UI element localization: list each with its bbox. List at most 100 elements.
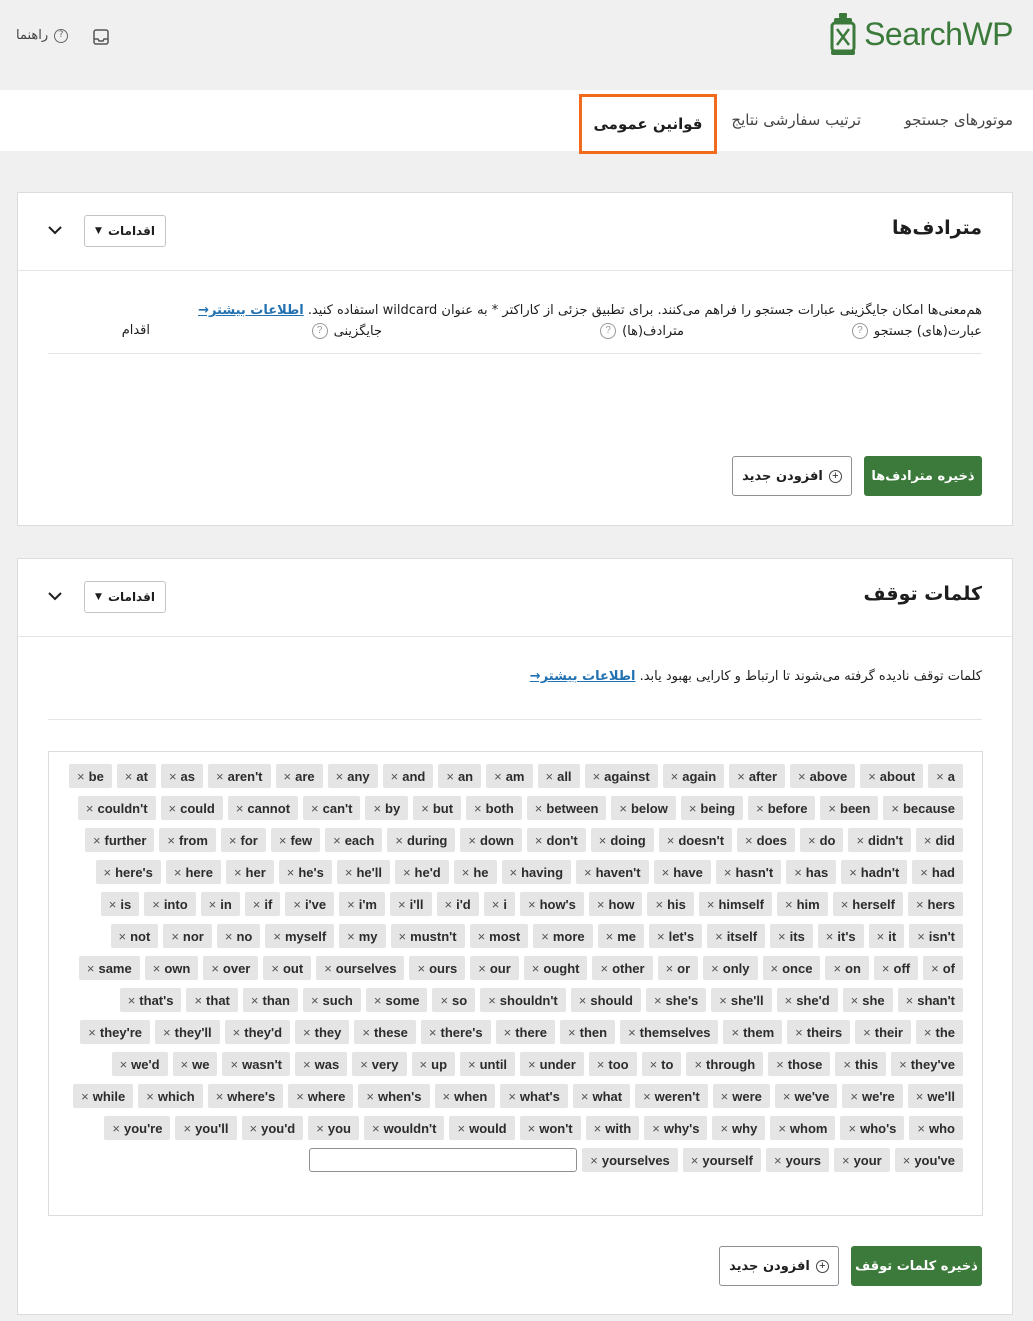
remove-stopword-icon[interactable]: × bbox=[440, 993, 448, 1008]
tab-custom-results-order[interactable]: ترتیب سفارشی نتایج bbox=[731, 90, 861, 151]
remove-stopword-icon[interactable]: × bbox=[650, 1057, 658, 1072]
remove-stopword-icon[interactable]: × bbox=[850, 1089, 858, 1104]
remove-stopword-icon[interactable]: × bbox=[372, 1121, 380, 1136]
remove-stopword-icon[interactable]: × bbox=[420, 1057, 428, 1072]
remove-stopword-icon[interactable]: × bbox=[619, 801, 627, 816]
remove-stopword-icon[interactable]: × bbox=[303, 1025, 311, 1040]
remove-stopword-icon[interactable]: × bbox=[374, 993, 382, 1008]
remove-stopword-icon[interactable]: × bbox=[795, 1025, 803, 1040]
remove-stopword-icon[interactable]: × bbox=[225, 929, 233, 944]
remove-stopword-icon[interactable]: × bbox=[333, 833, 341, 848]
remove-stopword-icon[interactable]: × bbox=[794, 865, 802, 880]
remove-stopword-icon[interactable]: × bbox=[863, 1025, 871, 1040]
remove-stopword-icon[interactable]: × bbox=[654, 993, 662, 1008]
remove-stopword-icon[interactable]: × bbox=[891, 801, 899, 816]
remove-stopword-icon[interactable]: × bbox=[504, 1025, 512, 1040]
remove-stopword-icon[interactable]: × bbox=[720, 1121, 728, 1136]
remove-stopword-icon[interactable]: × bbox=[662, 865, 670, 880]
remove-stopword-icon[interactable]: × bbox=[284, 769, 292, 784]
remove-stopword-icon[interactable]: × bbox=[128, 993, 136, 1008]
remove-stopword-icon[interactable]: × bbox=[293, 897, 301, 912]
remove-stopword-icon[interactable]: × bbox=[851, 993, 859, 1008]
remove-stopword-icon[interactable]: × bbox=[271, 961, 279, 976]
remove-stopword-icon[interactable]: × bbox=[93, 833, 101, 848]
remove-stopword-icon[interactable]: × bbox=[104, 865, 112, 880]
remove-stopword-icon[interactable]: × bbox=[417, 961, 425, 976]
remove-stopword-icon[interactable]: × bbox=[778, 1121, 786, 1136]
remove-stopword-icon[interactable]: × bbox=[488, 993, 496, 1008]
remove-stopword-icon[interactable]: × bbox=[600, 961, 608, 976]
remove-stopword-icon[interactable]: × bbox=[287, 865, 295, 880]
remove-stopword-icon[interactable]: × bbox=[745, 833, 753, 848]
remove-stopword-icon[interactable]: × bbox=[250, 1121, 258, 1136]
remove-stopword-icon[interactable]: × bbox=[163, 1025, 171, 1040]
remove-stopword-icon[interactable]: × bbox=[843, 1057, 851, 1072]
tab-search-engines[interactable]: موتورهای جستجو bbox=[904, 90, 1013, 151]
remove-stopword-icon[interactable]: × bbox=[655, 897, 663, 912]
remove-stopword-icon[interactable]: × bbox=[429, 1025, 437, 1040]
remove-stopword-icon[interactable]: × bbox=[931, 961, 939, 976]
remove-stopword-icon[interactable]: × bbox=[584, 865, 592, 880]
remove-stopword-icon[interactable]: × bbox=[731, 1025, 739, 1040]
add-synonym-button[interactable]: + افزودن جدید bbox=[732, 456, 852, 496]
remove-stopword-icon[interactable]: × bbox=[785, 897, 793, 912]
remove-stopword-icon[interactable]: × bbox=[510, 865, 518, 880]
remove-stopword-icon[interactable]: × bbox=[916, 1089, 924, 1104]
remove-stopword-icon[interactable]: × bbox=[841, 897, 849, 912]
remove-stopword-icon[interactable]: × bbox=[833, 961, 841, 976]
remove-stopword-icon[interactable]: × bbox=[783, 1089, 791, 1104]
remove-stopword-icon[interactable]: × bbox=[216, 769, 224, 784]
remove-stopword-icon[interactable]: × bbox=[236, 801, 244, 816]
remove-stopword-icon[interactable]: × bbox=[737, 769, 745, 784]
remove-stopword-icon[interactable]: × bbox=[597, 1057, 605, 1072]
remove-stopword-icon[interactable]: × bbox=[209, 897, 217, 912]
remove-stopword-icon[interactable]: × bbox=[826, 929, 834, 944]
collapse-chevron-icon[interactable] bbox=[46, 587, 64, 605]
remove-stopword-icon[interactable]: × bbox=[211, 961, 219, 976]
remove-stopword-icon[interactable]: × bbox=[112, 1121, 120, 1136]
remove-stopword-icon[interactable]: × bbox=[877, 929, 885, 944]
remove-stopword-icon[interactable]: × bbox=[721, 1089, 729, 1104]
remove-stopword-icon[interactable]: × bbox=[848, 1121, 856, 1136]
remove-stopword-icon[interactable]: × bbox=[169, 769, 177, 784]
remove-stopword-icon[interactable]: × bbox=[230, 1057, 238, 1072]
remove-stopword-icon[interactable]: × bbox=[590, 1153, 598, 1168]
remove-stopword-icon[interactable]: × bbox=[296, 1089, 304, 1104]
remove-stopword-icon[interactable]: × bbox=[109, 897, 117, 912]
remove-stopword-icon[interactable]: × bbox=[399, 929, 407, 944]
remove-stopword-icon[interactable]: × bbox=[347, 929, 355, 944]
remove-stopword-icon[interactable]: × bbox=[785, 993, 793, 1008]
remove-stopword-icon[interactable]: × bbox=[828, 801, 836, 816]
remove-stopword-icon[interactable]: × bbox=[421, 801, 429, 816]
remove-stopword-icon[interactable]: × bbox=[253, 897, 261, 912]
remove-stopword-icon[interactable]: × bbox=[229, 833, 237, 848]
remove-stopword-icon[interactable]: × bbox=[251, 993, 259, 1008]
remove-stopword-icon[interactable]: × bbox=[667, 833, 675, 848]
remove-stopword-icon[interactable]: × bbox=[468, 1057, 476, 1072]
remove-stopword-icon[interactable]: × bbox=[724, 865, 732, 880]
remove-stopword-icon[interactable]: × bbox=[391, 769, 399, 784]
remove-stopword-icon[interactable]: × bbox=[719, 993, 727, 1008]
remove-stopword-icon[interactable]: × bbox=[153, 961, 161, 976]
remove-stopword-icon[interactable]: × bbox=[125, 769, 133, 784]
remove-stopword-icon[interactable]: × bbox=[336, 769, 344, 784]
remove-stopword-icon[interactable]: × bbox=[936, 769, 944, 784]
remove-stopword-icon[interactable]: × bbox=[599, 833, 607, 848]
remove-stopword-icon[interactable]: × bbox=[87, 961, 95, 976]
remove-stopword-icon[interactable]: × bbox=[691, 1153, 699, 1168]
brand[interactable]: SearchWP bbox=[828, 12, 1013, 56]
remove-stopword-icon[interactable]: × bbox=[917, 1121, 925, 1136]
remove-stopword-icon[interactable]: × bbox=[445, 897, 453, 912]
remove-stopword-icon[interactable]: × bbox=[776, 1057, 784, 1072]
remove-stopword-icon[interactable]: × bbox=[594, 1121, 602, 1136]
remove-stopword-icon[interactable]: × bbox=[88, 1025, 96, 1040]
remove-stopword-icon[interactable]: × bbox=[917, 929, 925, 944]
remove-stopword-icon[interactable]: × bbox=[183, 1121, 191, 1136]
remove-stopword-icon[interactable]: × bbox=[345, 865, 353, 880]
remove-stopword-icon[interactable]: × bbox=[535, 801, 543, 816]
remove-stopword-icon[interactable]: × bbox=[478, 961, 486, 976]
remove-stopword-icon[interactable]: × bbox=[920, 865, 928, 880]
remove-stopword-icon[interactable]: × bbox=[528, 1121, 536, 1136]
remove-stopword-icon[interactable]: × bbox=[593, 769, 601, 784]
remove-stopword-icon[interactable]: × bbox=[671, 769, 679, 784]
